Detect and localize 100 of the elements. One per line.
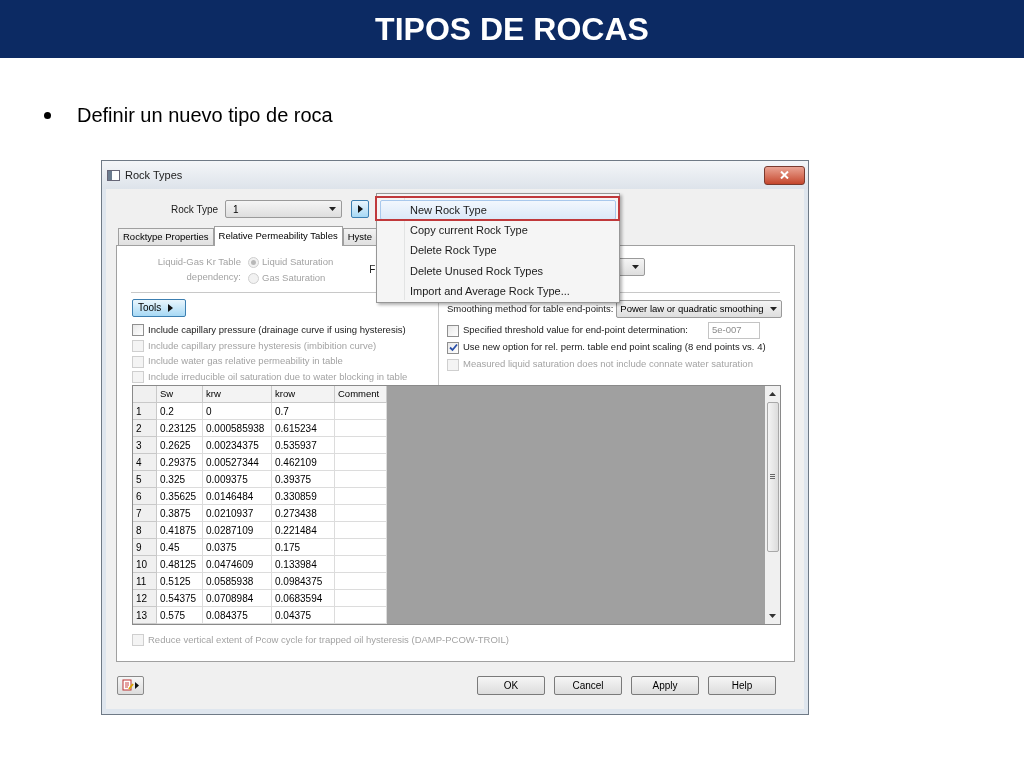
table-cell: 0.325 xyxy=(157,471,203,488)
window-icon xyxy=(107,169,120,181)
row-number: 12 xyxy=(133,590,157,607)
scrollbar[interactable] xyxy=(765,386,780,624)
document-edit-icon xyxy=(122,679,134,691)
row-number: 4 xyxy=(133,454,157,471)
checkbox-label: Specified threshold value for end-point determination: xyxy=(463,323,688,338)
table-cell: 0.0585938 xyxy=(203,573,272,590)
column-header: krw xyxy=(203,386,272,403)
dialog-button[interactable]: Cancel xyxy=(554,675,622,695)
up-arrow-icon xyxy=(769,392,776,396)
menu-arrow-button[interactable] xyxy=(351,200,370,218)
play-icon xyxy=(357,205,363,213)
table-cell: 0.133984 xyxy=(272,556,335,573)
table-cell: 0.54375 xyxy=(157,590,203,607)
scroll-thumb[interactable] xyxy=(766,402,779,552)
window-title: Rock Types xyxy=(125,167,183,183)
dialog-button[interactable]: Apply xyxy=(631,675,699,695)
table-cell: 0.0210937 xyxy=(203,505,272,522)
down-arrow-icon xyxy=(769,614,776,618)
row-number: 6 xyxy=(133,488,157,505)
play-icon xyxy=(168,303,174,312)
table-cell xyxy=(335,590,387,607)
table-cell: 0.2 xyxy=(157,403,203,420)
grip-icon xyxy=(770,474,775,480)
table-cell: 0.45 xyxy=(157,539,203,556)
table-cell: 0.0375 xyxy=(203,539,272,556)
checkbox[interactable] xyxy=(447,341,459,354)
table-cell: 0.23125 xyxy=(157,420,203,437)
table-cell: 0.0984375 xyxy=(272,573,335,590)
table-cell: 0.0287109 xyxy=(203,522,272,539)
table-cell xyxy=(335,505,387,522)
table-cell: 0.29375 xyxy=(157,454,203,471)
table-cell: 0.273438 xyxy=(272,505,335,522)
table-cell: 0.535937 xyxy=(272,437,335,454)
table-cell xyxy=(335,471,387,488)
menu-item[interactable]: Delete Unused Rock Types xyxy=(380,260,616,282)
smoothing-dropdown[interactable]: Power law or quadratic smoothing xyxy=(616,300,783,318)
menu-item[interactable]: Copy current Rock Type xyxy=(380,220,616,241)
field-label: Liquid-Gas Kr Table dependency: xyxy=(156,255,241,284)
row-number: 7 xyxy=(133,505,157,522)
field-label: Rock Type xyxy=(171,202,219,217)
menu-item[interactable]: New Rock Type xyxy=(380,200,616,221)
dialog-button[interactable]: OK xyxy=(477,675,545,695)
table-cell: 0 xyxy=(203,403,272,420)
menu-item[interactable]: Delete Rock Type xyxy=(380,240,616,261)
table-cell xyxy=(335,607,387,624)
document-menu-button[interactable] xyxy=(117,675,144,695)
table-cell: 0.04375 xyxy=(272,607,335,624)
dropdown-value: Power law or quadratic smoothing xyxy=(620,301,765,316)
table-cell: 0.175 xyxy=(272,539,335,556)
table-cell: 0.48125 xyxy=(157,556,203,573)
radio-label: Gas Saturation xyxy=(262,270,326,285)
caret-icon xyxy=(770,307,778,311)
checkbox[interactable] xyxy=(132,324,144,337)
table-cell: 0.5125 xyxy=(157,573,203,590)
dialog-button[interactable]: Help xyxy=(708,675,776,695)
row-number: 10 xyxy=(133,556,157,573)
table-cell: 0.00527344 xyxy=(203,454,272,471)
table-cell: 0.000585938 xyxy=(203,420,272,437)
row-number: 5 xyxy=(133,471,157,488)
table-cell xyxy=(335,522,387,539)
play-icon xyxy=(135,681,139,689)
checkbox-label: Measured liquid saturation does not include connate water saturation xyxy=(463,357,753,372)
checkbox-label: Use new option for rel. perm. table end point scaling (8 end points vs. 4) xyxy=(463,340,766,355)
tab[interactable]: Rocktype Properties xyxy=(118,228,214,245)
table-cell: 0.39375 xyxy=(272,471,335,488)
table-cell xyxy=(335,556,387,573)
table-cell xyxy=(335,420,387,437)
field-label: F xyxy=(369,263,376,277)
radio-label: Liquid Saturation xyxy=(262,254,334,269)
close-button[interactable] xyxy=(764,165,805,185)
table-cell: 0.2625 xyxy=(157,437,203,454)
bullet-icon xyxy=(44,111,51,119)
checkbox-label: Reduce vertical extent of Pcow cycle for trapped oil hysteresis (DAMP-PCOW-TROIL) xyxy=(148,632,509,647)
checkbox[interactable] xyxy=(447,324,459,337)
table-cell: 0.615234 xyxy=(272,420,335,437)
table-cell: 0.0708984 xyxy=(203,590,272,607)
checkbox-label: Include irreducible oil saturation due to water blocking in table xyxy=(148,370,408,385)
table-cell: 0.575 xyxy=(157,607,203,624)
table-cell xyxy=(335,454,387,471)
table-cell xyxy=(335,539,387,556)
table-cell: 0.0146484 xyxy=(203,488,272,505)
table-cell: 0.00234375 xyxy=(203,437,272,454)
table-cell xyxy=(335,403,387,420)
row-number: 11 xyxy=(133,573,157,590)
table-cell: 0.221484 xyxy=(272,522,335,539)
corner-cell xyxy=(133,386,157,403)
tab[interactable]: Relative Permeability Tables xyxy=(213,226,343,246)
table-cell: 0.330859 xyxy=(272,488,335,505)
checkbox-label: Include water gas relative permeability in table xyxy=(148,354,343,369)
table-cell: 0.41875 xyxy=(157,522,203,539)
table-cell: 0.3875 xyxy=(157,505,203,522)
threshold-field[interactable]: 5e-007 xyxy=(708,322,760,339)
menu-item[interactable]: Import and Average Rock Type... xyxy=(380,281,616,302)
table-cell: 0.084375 xyxy=(203,607,272,624)
row-number: 13 xyxy=(133,607,157,624)
tools-button[interactable]: Tools xyxy=(132,299,186,317)
row-number: 2 xyxy=(133,420,157,437)
rock-type-dropdown[interactable]: 1 xyxy=(225,200,343,218)
